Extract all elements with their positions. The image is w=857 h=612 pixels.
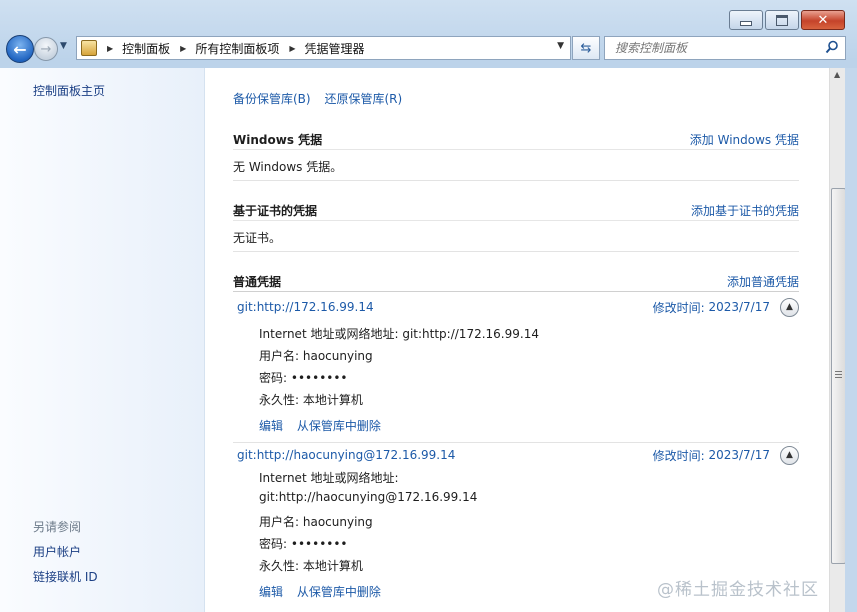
add-windows-credential-link[interactable]: 添加 Windows 凭据 — [690, 131, 799, 148]
breadcrumb-separator-icon[interactable]: ▶ — [107, 44, 113, 53]
vault-actions: 备份保管库(B) 还原保管库(R) — [233, 90, 412, 107]
forward-button[interactable]: → — [34, 37, 58, 61]
vertical-scrollbar[interactable]: ▲ — [829, 68, 846, 612]
minimize-button[interactable] — [729, 10, 763, 30]
close-icon: ✕ — [817, 12, 829, 28]
password-value: •••••••• — [290, 537, 348, 551]
password-label: 密码: — [259, 537, 288, 551]
main-content: 备份保管库(B) 还原保管库(R) Windows 凭据 添加 Windows … — [205, 68, 829, 612]
search-input[interactable] — [613, 40, 817, 56]
windows-credentials-section: Windows 凭据 添加 Windows 凭据 无 Windows 凭据。 — [233, 129, 799, 175]
restore-vault-link[interactable]: 还原保管库(R) — [324, 92, 402, 106]
persistence-value: 本地计算机 — [302, 559, 363, 573]
section-title: Windows 凭据 — [233, 132, 323, 147]
persistence-label: 永久性: — [259, 393, 300, 407]
refresh-button[interactable]: ⇆ — [572, 36, 600, 60]
grip-icon — [835, 371, 842, 378]
modified-date: 2023/7/17 — [708, 300, 770, 314]
watermark: @稀土掘金技术社区 — [657, 580, 819, 600]
section-empty-text: 无 Windows 凭据。 — [233, 160, 343, 174]
address-value: git:http://172.16.99.14 — [402, 327, 539, 341]
modified-label: 修改时间: — [652, 448, 705, 463]
section-title: 普通凭据 — [233, 274, 282, 289]
add-generic-credential-link[interactable]: 添加普通凭据 — [727, 273, 799, 290]
section-empty-text: 无证书。 — [233, 231, 282, 245]
forward-arrow-icon: → — [40, 41, 52, 57]
persistence-label: 永久性: — [259, 559, 300, 573]
address-label: Internet 地址或网络地址: — [259, 327, 399, 341]
credential-item: git:http://172.16.99.14 修改时间: 2023/7/17 … — [233, 297, 799, 437]
edit-credential-link[interactable]: 编辑 — [259, 419, 283, 433]
collapse-button[interactable]: ▲ — [780, 297, 799, 317]
username-value: haocunying — [302, 349, 373, 363]
username-label: 用户名: — [259, 349, 300, 363]
add-certificate-credential-link[interactable]: 添加基于证书的凭据 — [691, 202, 799, 219]
close-button[interactable]: ✕ — [801, 10, 845, 30]
control-panel-icon — [81, 40, 97, 56]
see-also-heading: 另请参阅 — [33, 520, 82, 534]
chevron-up-icon: ▲ — [786, 450, 793, 460]
breadcrumb-control-panel[interactable]: 控制面板 — [122, 40, 170, 57]
scrollbar-thumb[interactable] — [831, 188, 846, 564]
sidebar: 控制面板主页 另请参阅 用户帐户 链接联机 ID — [0, 68, 205, 612]
address-value: git:http://haocunying@172.16.99.14 — [259, 490, 478, 504]
divider — [233, 251, 799, 252]
modified-label: 修改时间: — [652, 300, 705, 315]
window-controls: ✕ — [727, 10, 845, 30]
section-title: 基于证书的凭据 — [233, 203, 318, 218]
breadcrumb-separator-icon[interactable]: ▶ — [180, 44, 186, 53]
scroll-up-icon[interactable]: ▲ — [834, 70, 840, 79]
recent-pages-dropdown[interactable]: ▼ — [60, 41, 70, 53]
divider — [233, 442, 799, 443]
maximize-icon — [776, 14, 788, 26]
password-label: 密码: — [259, 371, 288, 385]
refresh-icon: ⇆ — [580, 40, 592, 56]
sidebar-link-user-accounts[interactable]: 用户帐户 — [33, 543, 81, 560]
search-icon[interactable] — [825, 40, 839, 54]
persistence-value: 本地计算机 — [302, 393, 363, 407]
collapse-button[interactable]: ▲ — [780, 445, 799, 465]
breadcrumb-separator-icon[interactable]: ▶ — [289, 44, 295, 53]
username-value: haocunying — [302, 515, 373, 529]
back-button[interactable]: ← — [6, 35, 34, 63]
breadcrumb-all-items[interactable]: 所有控制面板项 — [195, 40, 279, 57]
remove-credential-link[interactable]: 从保管库中删除 — [297, 419, 381, 433]
generic-credentials-section: 普通凭据 添加普通凭据 — [233, 271, 799, 292]
backup-vault-link[interactable]: 备份保管库(B) — [233, 92, 311, 106]
remove-credential-link[interactable]: 从保管库中删除 — [297, 585, 381, 599]
maximize-button[interactable] — [765, 10, 799, 30]
address-label: Internet 地址或网络地址: — [259, 471, 399, 485]
username-label: 用户名: — [259, 515, 300, 529]
password-value: •••••••• — [290, 371, 348, 385]
address-bar[interactable]: ▶ 控制面板 ▶ 所有控制面板项 ▶ 凭据管理器 ▼ — [76, 36, 571, 60]
minimize-icon — [740, 20, 752, 26]
credential-name[interactable]: git:http://172.16.99.14 — [237, 300, 374, 314]
credential-name[interactable]: git:http://haocunying@172.16.99.14 — [237, 448, 455, 462]
navigation-bar: ← → ▼ ▶ 控制面板 ▶ 所有控制面板项 ▶ 凭据管理器 ▼ ⇆ — [0, 34, 857, 63]
modified-date: 2023/7/17 — [708, 448, 770, 462]
edit-credential-link[interactable]: 编辑 — [259, 585, 283, 599]
chevron-up-icon: ▲ — [786, 302, 793, 312]
address-dropdown-icon[interactable]: ▼ — [557, 41, 564, 51]
window-border — [845, 68, 857, 612]
breadcrumb-credential-manager[interactable]: 凭据管理器 — [305, 40, 365, 57]
divider — [233, 180, 799, 181]
sidebar-link-online-id[interactable]: 链接联机 ID — [33, 568, 98, 585]
certificate-credentials-section: 基于证书的凭据 添加基于证书的凭据 无证书。 — [233, 200, 799, 246]
search-box[interactable] — [604, 36, 846, 60]
sidebar-home-link[interactable]: 控制面板主页 — [33, 82, 105, 99]
back-arrow-icon: ← — [13, 39, 27, 59]
